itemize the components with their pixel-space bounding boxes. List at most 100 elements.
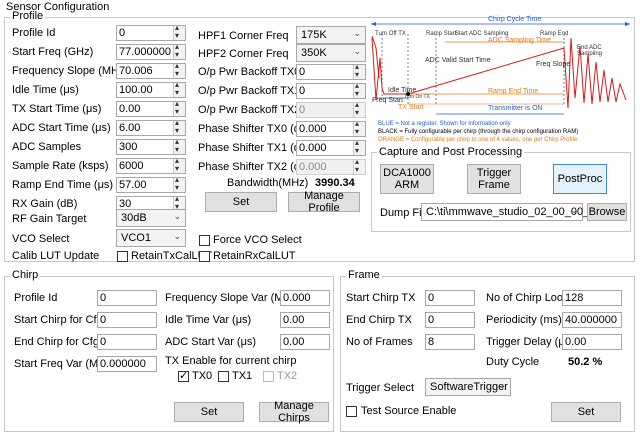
spin-arrows-icon[interactable] xyxy=(173,137,185,154)
profile-power-param-value: 0.000 xyxy=(299,161,327,173)
profile-power-param-spinbox[interactable]: 0 xyxy=(296,81,366,99)
spin-arrows-icon[interactable] xyxy=(353,157,365,174)
profile-param-label: Ramp End Time (μs) xyxy=(12,179,114,191)
freq-slope-text: Freq Slope xyxy=(536,61,571,68)
tx2-checkbox[interactable] xyxy=(263,371,274,382)
chirp-param-spinbox[interactable]: 0 xyxy=(97,312,157,328)
profile-param-spinbox[interactable]: 6.00 xyxy=(116,118,186,136)
trigger-select[interactable]: SoftwareTrigger ⌄ xyxy=(425,378,511,396)
arrowhead-right xyxy=(625,22,630,26)
spin-arrows-icon[interactable] xyxy=(353,62,365,79)
chirp-param-label: End Chirp for Cfg xyxy=(14,336,99,348)
frame-param-spinbox[interactable]: 0 xyxy=(425,290,475,306)
spin-arrows-icon[interactable] xyxy=(173,99,185,116)
vco-select[interactable]: VCO1 ⌄ xyxy=(116,229,186,247)
spin-arrows-icon[interactable] xyxy=(353,100,365,117)
profile-param-spinbox[interactable]: 0 xyxy=(116,23,186,41)
hpf2-label: HPF2 Corner Freq xyxy=(198,48,289,60)
frame-param-right-spinbox[interactable]: 40.000000 xyxy=(562,312,622,328)
spin-arrows-icon[interactable] xyxy=(173,23,185,40)
chirp-var-param-value: 0.00 xyxy=(283,336,305,348)
profile-param-value: 57.00 xyxy=(119,179,147,191)
force-vco-label: Force VCO Select xyxy=(213,234,302,246)
hpf2-select[interactable]: 350K ⌄ xyxy=(296,44,366,62)
duty-cycle-label: Duty Cycle xyxy=(486,356,540,368)
test-source-checkbox[interactable] xyxy=(346,406,357,417)
profile-param-spinbox[interactable]: 0.00 xyxy=(116,99,186,117)
retain-tx-checkbox[interactable] xyxy=(117,251,128,262)
chirp-param-spinbox[interactable]: 0 xyxy=(97,290,157,306)
dump-file-select[interactable]: C:\ti\mmwave_studio_02_00_00_02 ⌄ xyxy=(421,203,602,221)
chirp-param-value: 0 xyxy=(100,336,107,348)
chevron-down-icon: ⌄ xyxy=(173,231,181,241)
profile-param-label: RX Gain (dB) xyxy=(12,198,78,210)
tx-start-text: TX Start xyxy=(398,104,424,111)
profile-set-button[interactable]: Set xyxy=(205,192,277,212)
dca1000-arm-button[interactable]: DCA1000 ARM xyxy=(380,164,434,194)
spin-arrows-icon[interactable] xyxy=(173,118,185,135)
frame-param-value: 0 xyxy=(428,314,435,326)
chirp-var-param-spinbox[interactable]: 0.000 xyxy=(280,290,330,306)
profile-param-spinbox[interactable]: 70.006 xyxy=(116,61,186,79)
spin-arrows-icon[interactable] xyxy=(173,175,185,192)
profile-param-value: 100.00 xyxy=(119,84,153,96)
manage-chirps-button[interactable]: Manage Chirps xyxy=(259,400,329,424)
frame-param-right-spinbox[interactable]: 0.00 xyxy=(562,334,622,350)
tx0-checkbox[interactable] xyxy=(178,369,189,382)
retain-rx-checkbox[interactable] xyxy=(199,251,210,262)
frame-param-spinbox[interactable]: 0 xyxy=(425,312,475,328)
profile-power-param-spinbox[interactable]: 0 xyxy=(296,62,366,80)
spin-arrows-icon[interactable] xyxy=(173,80,185,97)
chevron-down-icon: ⌄ xyxy=(570,205,578,215)
profile-param-spinbox[interactable]: 6000 xyxy=(116,156,186,174)
spin-arrows-icon[interactable] xyxy=(353,119,365,136)
chirp-set-button[interactable]: Set xyxy=(174,402,244,422)
browse-button[interactable]: Browse xyxy=(587,203,627,221)
chirp-param-value: 0 xyxy=(100,314,107,326)
frame-param-label: Start Chirp TX xyxy=(346,292,416,304)
tx-enable-label: TX Enable for current chirp xyxy=(165,355,297,367)
frame-set-button[interactable]: Set xyxy=(551,402,621,422)
chirp-var-param-spinbox[interactable]: 0.00 xyxy=(280,334,330,350)
profile-param-spinbox[interactable]: 57.00 xyxy=(116,175,186,193)
postproc-button[interactable]: PostProc xyxy=(553,164,607,194)
capture-group-title: Capture and Post Processing xyxy=(377,146,525,158)
rf-gain-target-select[interactable]: 30dB ⌄ xyxy=(116,209,186,227)
profile-power-param-spinbox[interactable]: 0.000 xyxy=(296,138,366,156)
trigger-frame-button[interactable]: Trigger Frame xyxy=(467,164,521,194)
chirp-var-param-value: 0.000 xyxy=(283,292,311,304)
profile-param-spinbox[interactable]: 77.000000 xyxy=(116,42,186,60)
profile-param-spinbox[interactable]: 100.00 xyxy=(116,80,186,98)
frame-group-title: Frame xyxy=(346,269,382,281)
profile-param-value: 300 xyxy=(119,141,138,153)
profile-param-label: Start Freq (GHz) xyxy=(12,46,94,58)
spin-arrows-icon[interactable] xyxy=(353,81,365,98)
chevron-down-icon: ⌄ xyxy=(353,28,361,38)
bandwidth-label: Bandwidth(MHz) xyxy=(227,177,309,189)
vco-select-value: VCO1 xyxy=(121,232,151,244)
spin-arrows-icon[interactable] xyxy=(173,61,185,78)
hpf1-select[interactable]: 175K ⌄ xyxy=(296,26,366,44)
profile-param-spinbox[interactable]: 300 xyxy=(116,137,186,155)
chirp-var-param-label: ADC Start Var (μs) xyxy=(165,336,257,348)
profile-param-label: TX Start Time (μs) xyxy=(12,103,102,115)
tx2-label: TX2 xyxy=(277,370,298,382)
tx1-checkbox[interactable] xyxy=(218,371,229,382)
chirp-param-spinbox[interactable]: 0 xyxy=(97,334,157,350)
frame-param-spinbox[interactable]: 8 xyxy=(425,334,475,350)
profile-power-param-spinbox[interactable]: 0 xyxy=(296,100,366,118)
turn-off-tx-text: Turn Off TX xyxy=(375,31,406,37)
chirp-var-param-spinbox[interactable]: 0.00 xyxy=(280,312,330,328)
frame-param-label: No of Frames xyxy=(346,336,413,348)
spin-arrows-icon[interactable] xyxy=(353,138,365,155)
spin-arrows-icon[interactable] xyxy=(173,42,185,59)
profile-power-param-spinbox[interactable]: 0.000 xyxy=(296,157,366,175)
profile-power-param-value: 0 xyxy=(299,66,306,78)
manage-profile-button[interactable]: Manage Profile xyxy=(288,190,360,214)
spin-arrows-icon[interactable] xyxy=(173,156,185,173)
chirp-param-spinbox[interactable]: 0.000000 xyxy=(97,356,157,372)
frame-param-right-spinbox[interactable]: 128 xyxy=(562,290,622,306)
profile-power-param-spinbox[interactable]: 0.000 xyxy=(296,119,366,137)
frame-param-right-value: 0.00 xyxy=(565,336,587,348)
force-vco-checkbox[interactable] xyxy=(199,235,210,246)
